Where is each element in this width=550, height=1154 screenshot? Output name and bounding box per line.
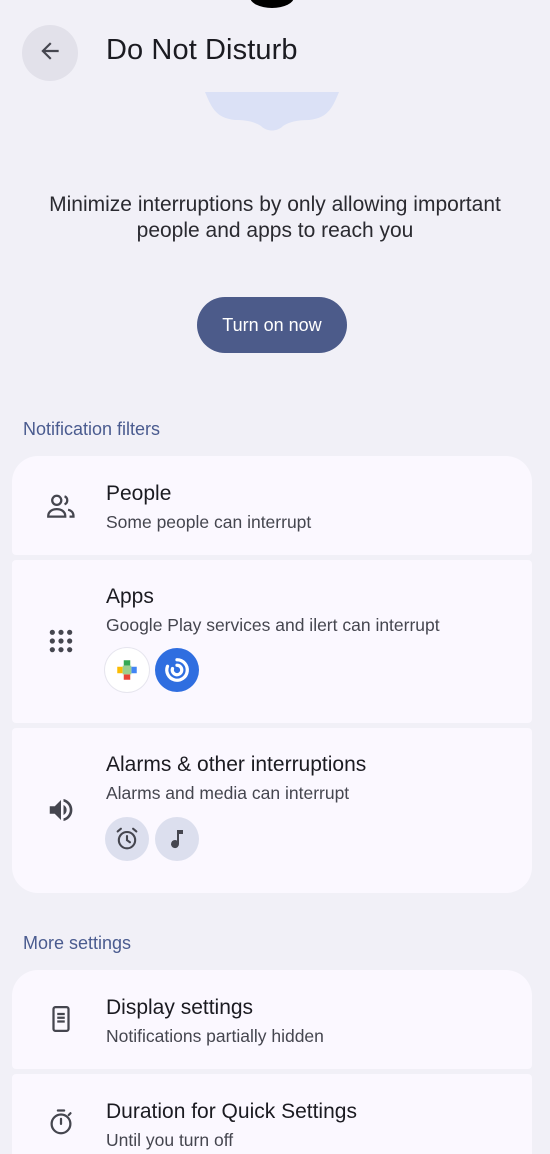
volume-icon bbox=[44, 793, 78, 827]
phone-display-icon bbox=[44, 1002, 78, 1036]
alarm-icon bbox=[105, 817, 149, 861]
ilert-icon bbox=[155, 648, 199, 692]
people-setting-row[interactable]: People Some people can interrupt bbox=[12, 456, 532, 555]
music-note-icon bbox=[155, 817, 199, 861]
more-settings-header: More settings bbox=[23, 933, 132, 953]
back-button[interactable] bbox=[22, 25, 78, 81]
display-settings-title: Display settings bbox=[106, 996, 254, 1019]
duration-quick-settings-subtitle: Until you turn off bbox=[106, 1130, 234, 1150]
apps-subtitle: Google Play services and ilert can inter… bbox=[106, 615, 440, 635]
duration-quick-settings-title: Duration for Quick Settings bbox=[106, 1100, 357, 1123]
alarms-setting-row[interactable]: Alarms & other interruptions Alarms and … bbox=[12, 728, 532, 893]
display-settings-subtitle: Notifications partially hidden bbox=[106, 1026, 324, 1046]
people-title: People bbox=[106, 482, 172, 505]
page-title: Do Not Disturb bbox=[106, 34, 298, 66]
hero-illustration bbox=[205, 92, 339, 137]
alarms-title: Alarms & other interruptions bbox=[106, 753, 367, 776]
apps-grid-icon bbox=[44, 624, 78, 658]
duration-quick-settings-row[interactable]: Duration for Quick Settings Until you tu… bbox=[12, 1074, 532, 1154]
arrow-back-icon bbox=[37, 38, 63, 69]
camera-cutout bbox=[250, 0, 294, 8]
display-settings-row[interactable]: Display settings Notifications partially… bbox=[12, 970, 532, 1069]
notification-filters-header: Notification filters bbox=[23, 419, 161, 439]
alarms-subtitle: Alarms and media can interrupt bbox=[106, 783, 350, 803]
google-play-services-icon bbox=[105, 648, 149, 692]
turn-on-now-button[interactable]: Turn on now bbox=[197, 297, 347, 353]
timer-icon bbox=[44, 1105, 78, 1139]
dnd-settings-page: Do Not Disturb Minimize interruptions by… bbox=[0, 0, 550, 1154]
people-subtitle: Some people can interrupt bbox=[106, 512, 312, 532]
apps-title: Apps bbox=[106, 585, 154, 608]
apps-setting-row[interactable]: Apps Google Play services and ilert can … bbox=[12, 560, 532, 723]
people-icon bbox=[44, 489, 78, 523]
dnd-description: Minimize interruptions by only allowing … bbox=[49, 193, 501, 242]
